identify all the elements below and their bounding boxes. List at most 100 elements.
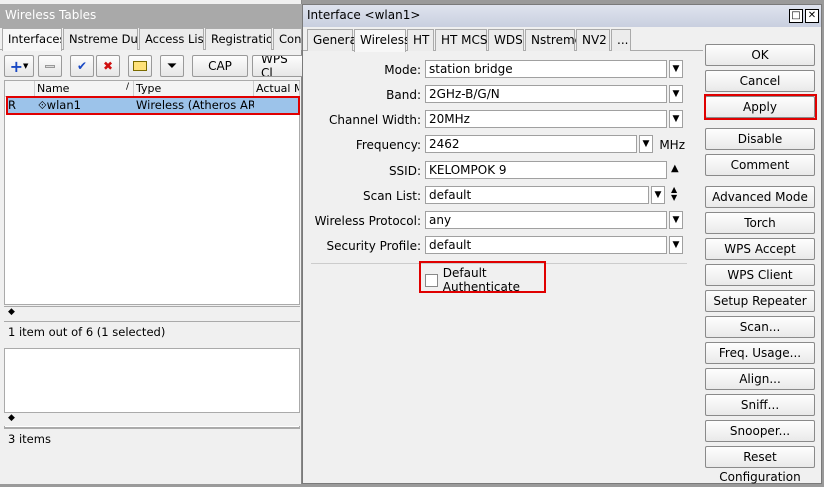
scan-list-label: Scan List: — [362, 189, 421, 203]
close-button[interactable]: ✕ — [805, 9, 819, 23]
chevron-down-icon: ▼ — [23, 62, 29, 70]
enable-button[interactable]: ✔ — [70, 55, 94, 77]
tab-nstreme-dual[interactable]: Nstreme Dual — [63, 28, 138, 50]
row-flag: R — [8, 98, 16, 112]
wps-client-button[interactable]: WPS Client — [705, 264, 815, 286]
column-header-flags[interactable] — [5, 81, 35, 97]
security-profile-dropdown[interactable]: ▼ — [669, 236, 683, 254]
horizontal-scrollbar-2[interactable]: ◆ — [4, 412, 300, 426]
tab-nstreme[interactable]: Nstreme — [525, 29, 582, 51]
ok-button[interactable]: OK — [705, 44, 815, 66]
tab-registration[interactable]: Registration — [205, 28, 272, 50]
tab-nv2[interactable]: NV2 — [576, 29, 610, 51]
channel-width-select[interactable]: 20MHz — [425, 110, 667, 128]
check-icon: ✔ — [76, 59, 88, 73]
remove-button[interactable] — [38, 55, 62, 77]
column-header-type[interactable]: Type — [134, 81, 254, 97]
tab-connect-list[interactable]: Conn — [273, 28, 302, 50]
mode-select[interactable]: station bridge — [425, 60, 667, 78]
snooper-button[interactable]: Snooper... — [705, 420, 815, 442]
note-icon — [133, 61, 147, 71]
ssid-label: SSID: — [388, 164, 421, 178]
tab-wds[interactable]: WDS — [488, 29, 524, 51]
mode-dropdown[interactable]: ▼ — [669, 60, 683, 78]
tab-general[interactable]: General — [307, 29, 360, 51]
wireless-tables-window: Wireless Tables Interfaces Nstreme Dual … — [0, 0, 304, 484]
wireless-protocol-dropdown[interactable]: ▼ — [669, 211, 683, 229]
dialog-title: Interface <wlan1> — [307, 8, 421, 22]
disable-button[interactable]: ✖ — [96, 55, 120, 77]
maximize-button[interactable]: □ — [789, 9, 803, 23]
cancel-button[interactable]: Cancel — [705, 70, 815, 92]
security-profile-label: Security Profile: — [326, 239, 421, 253]
cap-button[interactable]: CAP — [192, 55, 248, 77]
tab-access-list[interactable]: Access List — [139, 28, 204, 50]
channel-width-dropdown[interactable]: ▼ — [669, 110, 683, 128]
band-label: Band: — [386, 88, 421, 102]
band-dropdown[interactable]: ▼ — [669, 85, 683, 103]
wireless-protocol-select[interactable]: any — [425, 211, 667, 229]
advanced-mode-button[interactable]: Advanced Mode — [705, 186, 815, 208]
wireless-protocol-label: Wireless Protocol: — [314, 214, 421, 228]
align-button[interactable]: Align... — [705, 368, 815, 390]
horizontal-scrollbar[interactable]: ◆ — [4, 306, 300, 320]
separator — [311, 263, 687, 264]
column-header-actual-mtu[interactable]: Actual MT — [254, 81, 300, 97]
column-header-name[interactable]: Name / — [35, 81, 134, 97]
freq-usage-button[interactable]: Freq. Usage... — [705, 342, 815, 364]
add-button[interactable]: + ▼ — [4, 55, 34, 77]
chevron-down-icon: ▼ — [672, 64, 680, 74]
column-name-label: Name — [37, 82, 70, 95]
tab-more[interactable]: ... — [611, 29, 631, 51]
window-title: Wireless Tables — [0, 4, 302, 28]
chevron-down-icon: ▼ — [672, 89, 680, 99]
comment-button[interactable] — [128, 55, 152, 77]
filter-button[interactable]: ⏷ — [160, 55, 184, 77]
scan-button[interactable]: Scan... — [705, 316, 815, 338]
row-name-text: wlan1 — [46, 98, 81, 112]
band-select[interactable]: 2GHz-B/G/N — [425, 85, 667, 103]
tab-interfaces[interactable]: Interfaces — [2, 28, 62, 51]
maximize-icon: □ — [791, 10, 801, 21]
dialog-tab-bar: General Wireless HT HT MCS WDS Nstreme N… — [303, 29, 703, 52]
frequency-select[interactable]: 2462 — [425, 135, 637, 153]
add-remove-spinner-icon[interactable]: ▲ ▼ — [671, 186, 677, 202]
ssid-input[interactable]: KELOMPOK 9 — [425, 161, 667, 179]
chevron-down-icon: ▼ — [672, 114, 680, 124]
wps-accept-button[interactable]: WPS Accept — [705, 238, 815, 260]
checkbox-box[interactable] — [425, 273, 438, 287]
channel-width-label: Channel Width: — [329, 113, 421, 127]
collapse-up-icon[interactable]: ▲ — [671, 163, 679, 174]
tab-wireless[interactable]: Wireless — [354, 29, 410, 52]
tab-ht-mcs[interactable]: HT MCS — [435, 29, 488, 51]
security-profile-select[interactable]: default — [425, 236, 667, 254]
row-type: Wireless (Atheros AR9... — [136, 98, 254, 112]
status-bar: 1 item out of 6 (1 selected) — [4, 321, 300, 343]
disable-button[interactable]: Disable — [705, 128, 815, 150]
wireless-interface-icon: ⟐ — [38, 99, 47, 112]
default-authenticate-checkbox[interactable]: Default Authenticate — [425, 266, 565, 294]
cross-icon: ✖ — [102, 59, 114, 73]
torch-button[interactable]: Torch — [705, 212, 815, 234]
frequency-dropdown[interactable]: ▼ — [639, 135, 653, 153]
sniff-button[interactable]: Sniff... — [705, 394, 815, 416]
toolbar: + ▼ ✔ ✖ ⏷ CAP WPS Cl — [0, 51, 304, 79]
chevron-down-icon: ▼ — [642, 139, 650, 149]
tab-ht[interactable]: HT — [407, 29, 434, 51]
setup-repeater-button[interactable]: Setup Repeater — [705, 290, 815, 312]
apply-button[interactable]: Apply — [705, 96, 815, 118]
chevron-down-icon: ▼ — [672, 215, 680, 225]
frequency-unit: MHz — [659, 138, 685, 152]
chevron-down-icon: ▼ — [654, 190, 662, 200]
comment-button[interactable]: Comment — [705, 154, 815, 176]
interface-dialog: Interface <wlan1> □ ✕ General Wireless H… — [302, 4, 822, 484]
minus-icon — [45, 64, 55, 68]
table-row[interactable]: R ⟐wlan1 Wireless (Atheros AR9... — [6, 97, 300, 113]
scan-list-input[interactable]: default — [425, 186, 649, 204]
default-authenticate-label: Default Authenticate — [442, 266, 520, 294]
reset-configuration-button[interactable]: Reset Configuration — [705, 446, 815, 484]
status-bar-2: 3 items — [4, 428, 300, 450]
scan-list-dropdown[interactable]: ▼ — [651, 186, 665, 204]
filter-icon: ⏷ — [166, 58, 178, 74]
wps-client-button[interactable]: WPS Cl — [252, 55, 304, 77]
